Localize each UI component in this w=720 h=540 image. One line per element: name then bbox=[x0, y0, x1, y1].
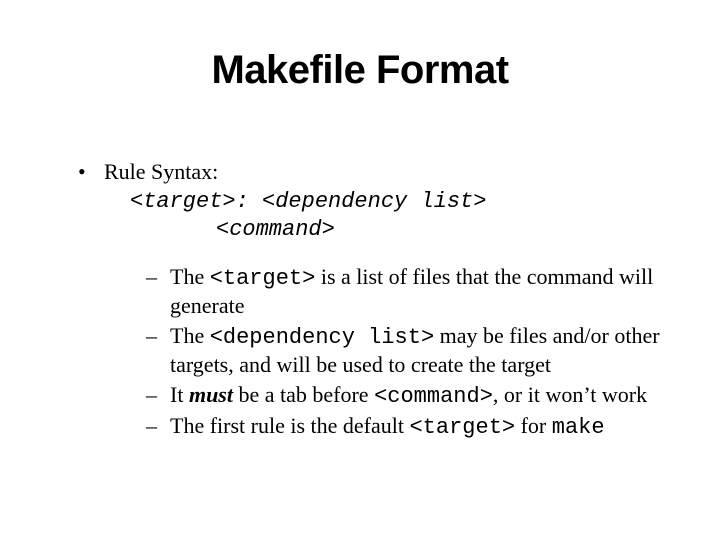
sub-bullet-default: The first rule is the default <target> f… bbox=[146, 412, 670, 442]
code-target-2: <target> bbox=[409, 415, 515, 440]
code-target: <target> bbox=[210, 266, 316, 291]
slide-title: Makefile Format bbox=[0, 48, 720, 93]
bullet-list-level1: Rule Syntax: <target>: <dependency list>… bbox=[78, 158, 670, 442]
text: The bbox=[170, 264, 210, 289]
text: for bbox=[515, 413, 552, 438]
sub-bullet-target: The <target> is a list of files that the… bbox=[146, 263, 670, 320]
text: , or it won’t work bbox=[493, 382, 647, 407]
slide-body: Rule Syntax: <target>: <dependency list>… bbox=[78, 158, 670, 446]
code-dependency-list: <dependency list> bbox=[210, 325, 434, 350]
bullet-rule-syntax-label: Rule Syntax: bbox=[104, 159, 218, 184]
syntax-block: <target>: <dependency list> <command> bbox=[130, 188, 670, 245]
slide: Makefile Format Rule Syntax: <target>: <… bbox=[0, 0, 720, 540]
syntax-line-1: <target>: <dependency list> bbox=[130, 188, 670, 217]
sub-bullet-tab: It must be a tab before <command>, or it… bbox=[146, 381, 670, 411]
text: It bbox=[170, 382, 189, 407]
code-make: make bbox=[552, 415, 605, 440]
sub-bullet-dependency: The <dependency list> may be files and/o… bbox=[146, 322, 670, 379]
text: The bbox=[170, 323, 210, 348]
emphasis-must: must bbox=[189, 382, 233, 407]
text: The first rule is the default bbox=[170, 413, 409, 438]
syntax-line-2: <command> bbox=[130, 216, 670, 245]
bullet-rule-syntax: Rule Syntax: <target>: <dependency list>… bbox=[78, 158, 670, 442]
code-command: <command> bbox=[374, 384, 493, 409]
text: be a tab before bbox=[233, 382, 374, 407]
bullet-list-level2: The <target> is a list of files that the… bbox=[146, 263, 670, 442]
